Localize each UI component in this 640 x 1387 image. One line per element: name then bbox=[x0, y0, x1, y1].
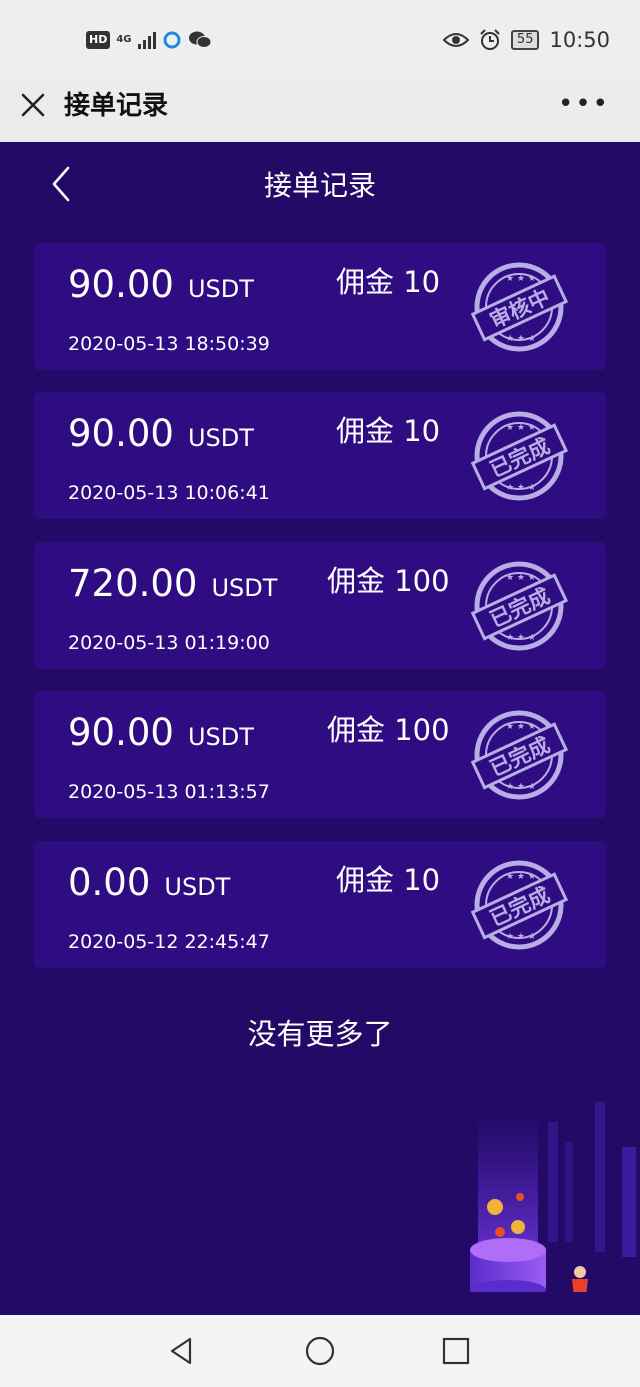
svg-text:★ ★ ★: ★ ★ ★ bbox=[506, 423, 536, 433]
commission-label: 佣金 bbox=[327, 564, 386, 598]
svg-text:★ ★ ★: ★ ★ ★ bbox=[506, 932, 536, 942]
svg-text:★ ★ ★: ★ ★ ★ bbox=[506, 334, 536, 344]
record-card[interactable]: 90.00 USDT 佣金 10 2020-05-13 10:06:41 ★ ★ … bbox=[34, 392, 606, 519]
commission-value: 100 bbox=[394, 564, 450, 598]
triangle-back-icon[interactable] bbox=[166, 1335, 198, 1367]
signal-icon bbox=[137, 31, 156, 49]
amount-value: 90.00 bbox=[68, 711, 174, 754]
amount: 720.00 USDT bbox=[68, 562, 277, 610]
commission-label: 佣金 bbox=[327, 713, 386, 747]
amount-unit: USDT bbox=[211, 574, 278, 602]
commission-value: 100 bbox=[394, 713, 450, 747]
record-card[interactable]: 90.00 USDT 佣金 10 2020-05-13 18:50:39 ★ ★ … bbox=[34, 243, 606, 370]
browser-icon bbox=[163, 31, 181, 49]
stamp-completed-icon: ★ ★ ★ ★ ★ ★ 已完成 bbox=[470, 411, 569, 501]
clock: 10:50 bbox=[549, 28, 610, 52]
record-date: 2020-05-13 18:50:39 bbox=[68, 333, 270, 355]
amount: 90.00 USDT bbox=[68, 412, 254, 460]
stamp-reviewing-icon: ★ ★ ★ ★ ★ ★ 审核中 bbox=[470, 262, 569, 352]
commission: 佣金 10 bbox=[336, 863, 440, 897]
webview-title: 接单记录 bbox=[64, 91, 169, 121]
more-icon[interactable]: ••• bbox=[558, 91, 610, 117]
svg-text:★ ★ ★: ★ ★ ★ bbox=[506, 633, 536, 643]
record-date: 2020-05-13 10:06:41 bbox=[68, 482, 270, 504]
amount-value: 90.00 bbox=[68, 412, 174, 455]
record-card[interactable]: 720.00 USDT 佣金 100 2020-05-13 01:19:00 ★ … bbox=[34, 542, 606, 669]
record-date: 2020-05-12 22:45:47 bbox=[68, 931, 270, 953]
commission-value: 10 bbox=[403, 414, 441, 448]
record-card[interactable]: 0.00 USDT 佣金 10 2020-05-12 22:45:47 ★ ★ ★… bbox=[34, 841, 606, 968]
wechat-icon bbox=[188, 31, 212, 48]
battery-icon: 55 bbox=[510, 30, 540, 50]
commission-value: 10 bbox=[403, 265, 441, 299]
network-type: 4G bbox=[116, 34, 132, 45]
svg-text:★ ★ ★: ★ ★ ★ bbox=[506, 782, 536, 792]
webview-header: 接单记录 ••• bbox=[0, 80, 640, 142]
amount: 90.00 USDT bbox=[68, 263, 254, 311]
navigation-bar bbox=[0, 1315, 640, 1387]
status-right: 55 10:50 bbox=[442, 26, 610, 54]
svg-text:★ ★ ★: ★ ★ ★ bbox=[506, 722, 536, 732]
commission-label: 佣金 bbox=[336, 265, 395, 299]
svg-text:★ ★ ★: ★ ★ ★ bbox=[506, 483, 536, 493]
record-date: 2020-05-13 01:19:00 bbox=[68, 632, 270, 654]
no-more-text: 没有更多了 bbox=[247, 1017, 393, 1051]
amount-unit: USDT bbox=[187, 424, 254, 452]
amount-value: 90.00 bbox=[68, 263, 174, 306]
page-title: 接单记录 bbox=[263, 169, 376, 202]
commission-label: 佣金 bbox=[336, 414, 395, 448]
amount-value: 0.00 bbox=[68, 861, 151, 904]
commission-value: 10 bbox=[403, 863, 441, 897]
stamp-completed-icon: ★ ★ ★ ★ ★ ★ 已完成 bbox=[470, 561, 569, 651]
record-card[interactable]: 90.00 USDT 佣金 100 2020-05-13 01:13:57 ★ ★… bbox=[34, 691, 606, 818]
amount-unit: USDT bbox=[187, 275, 254, 303]
eye-icon bbox=[442, 33, 469, 47]
coin-cylinder-illustration bbox=[470, 1102, 636, 1292]
commission: 佣金 100 bbox=[327, 564, 450, 598]
amount: 90.00 USDT bbox=[68, 711, 254, 759]
status-left: HD 4G bbox=[86, 26, 212, 54]
commission: 佣金 100 bbox=[327, 713, 450, 747]
svg-text:★ ★ ★: ★ ★ ★ bbox=[506, 573, 536, 583]
amount-unit: USDT bbox=[164, 873, 231, 901]
stamp-completed-icon: ★ ★ ★ ★ ★ ★ 已完成 bbox=[470, 860, 569, 950]
amount-value: 720.00 bbox=[68, 562, 198, 605]
svg-text:★ ★ ★: ★ ★ ★ bbox=[506, 872, 536, 882]
hd-icon: HD bbox=[86, 31, 111, 49]
amount-unit: USDT bbox=[187, 723, 254, 751]
square-recent-icon[interactable] bbox=[440, 1335, 472, 1367]
stamp-completed-icon: ★ ★ ★ ★ ★ ★ 已完成 bbox=[470, 710, 569, 800]
alarm-icon bbox=[480, 29, 500, 50]
commission: 佣金 10 bbox=[336, 414, 440, 448]
commission: 佣金 10 bbox=[336, 265, 440, 299]
close-icon[interactable] bbox=[18, 90, 48, 120]
amount: 0.00 USDT bbox=[68, 861, 230, 909]
main-content: 接单记录 90.00 USDT 佣金 10 2020-05-13 18:50:39… bbox=[0, 142, 640, 1315]
svg-text:★ ★ ★: ★ ★ ★ bbox=[506, 274, 536, 284]
status-bar: HD 4G 55 10:50 bbox=[0, 0, 640, 80]
circle-home-icon[interactable] bbox=[304, 1335, 336, 1367]
record-date: 2020-05-13 01:13:57 bbox=[68, 781, 270, 803]
commission-label: 佣金 bbox=[336, 863, 395, 897]
